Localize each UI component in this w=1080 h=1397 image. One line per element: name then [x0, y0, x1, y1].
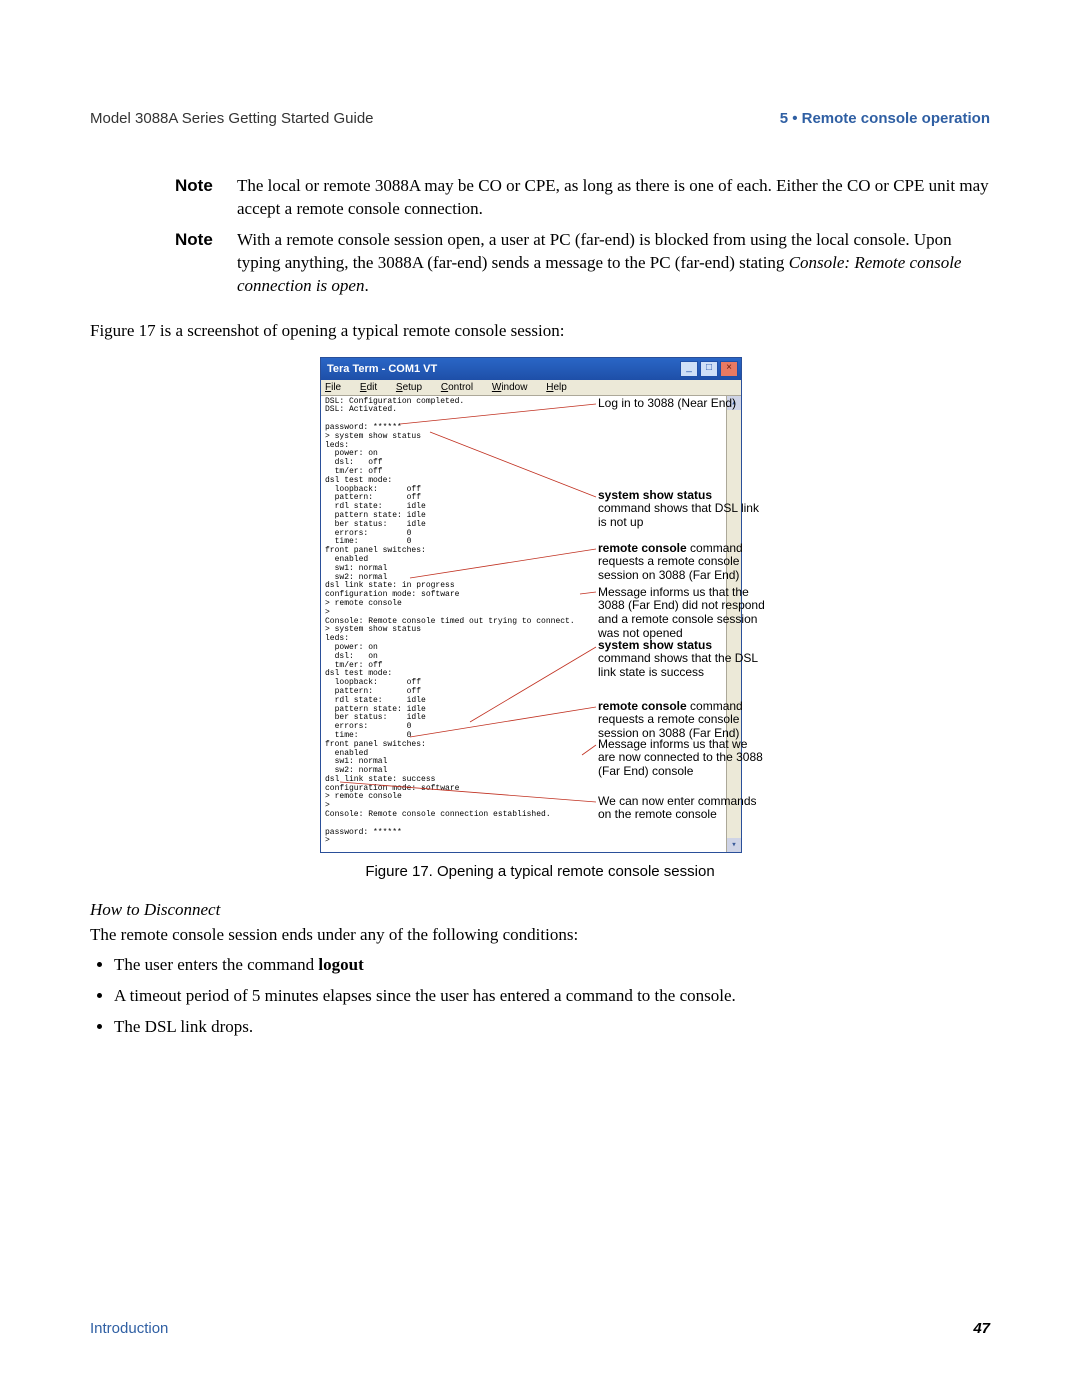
page-header: Model 3088A Series Getting Started Guide…: [90, 110, 990, 127]
window-title: Tera Term - COM1 VT: [327, 363, 437, 375]
list-item: The DSL link drops.: [114, 1013, 990, 1042]
annot-5: system show status command shows that th…: [598, 639, 768, 680]
menubar: File Edit Setup Control Window Help: [321, 380, 741, 396]
window-buttons: _ □ ×: [680, 361, 738, 377]
footer-section: Introduction: [90, 1320, 168, 1337]
note-2: Note With a remote console session open,…: [175, 229, 990, 298]
titlebar: Tera Term - COM1 VT _ □ ×: [321, 358, 741, 380]
page-footer: Introduction 47: [90, 1320, 990, 1337]
note-label: Note: [175, 175, 237, 221]
list-item: A timeout period of 5 minutes elapses si…: [114, 982, 990, 1011]
note-label: Note: [175, 229, 237, 298]
annot-8: We can now enter commands on the remote …: [598, 795, 768, 823]
menu-edit[interactable]: Edit: [360, 382, 385, 393]
annot-7: Message informs us that we are now conne…: [598, 738, 768, 779]
figure-caption: Figure 17. Opening a typical remote cons…: [90, 863, 990, 880]
guide-title: Model 3088A Series Getting Started Guide: [90, 110, 374, 127]
maximize-icon[interactable]: □: [700, 361, 718, 377]
menu-help[interactable]: Help: [546, 382, 575, 393]
disconnect-intro: The remote console session ends under an…: [90, 924, 990, 947]
list-item: The user enters the command logout: [114, 951, 990, 980]
menu-control[interactable]: Control: [441, 382, 481, 393]
disconnect-list: The user enters the command logout A tim…: [90, 951, 990, 1042]
minimize-icon[interactable]: _: [680, 361, 698, 377]
how-to-disconnect-heading: How to Disconnect: [90, 900, 990, 920]
page-number: 47: [973, 1320, 990, 1337]
annot-1: Log in to 3088 (Near End): [598, 397, 768, 411]
annot-6: remote console command requests a remote…: [598, 700, 768, 741]
note-body: With a remote console session open, a us…: [237, 229, 990, 298]
note-body: The local or remote 3088A may be CO or C…: [237, 175, 990, 221]
scroll-down-icon[interactable]: ▾: [727, 838, 741, 852]
menu-setup[interactable]: Setup: [396, 382, 430, 393]
close-icon[interactable]: ×: [720, 361, 738, 377]
intro-paragraph: Figure 17 is a screenshot of opening a t…: [90, 320, 990, 343]
annot-3: remote console command requests a remote…: [598, 542, 768, 583]
annot-4: Message informs us that the 3088 (Far En…: [598, 586, 768, 641]
chapter-title: 5 • Remote console operation: [780, 110, 990, 127]
menu-window[interactable]: Window: [492, 382, 536, 393]
note-1: Note The local or remote 3088A may be CO…: [175, 175, 990, 221]
menu-file[interactable]: File: [325, 382, 349, 393]
annot-2: system show status command shows that DS…: [598, 489, 768, 530]
figure-17: Tera Term - COM1 VT _ □ × File Edit Setu…: [320, 357, 760, 854]
